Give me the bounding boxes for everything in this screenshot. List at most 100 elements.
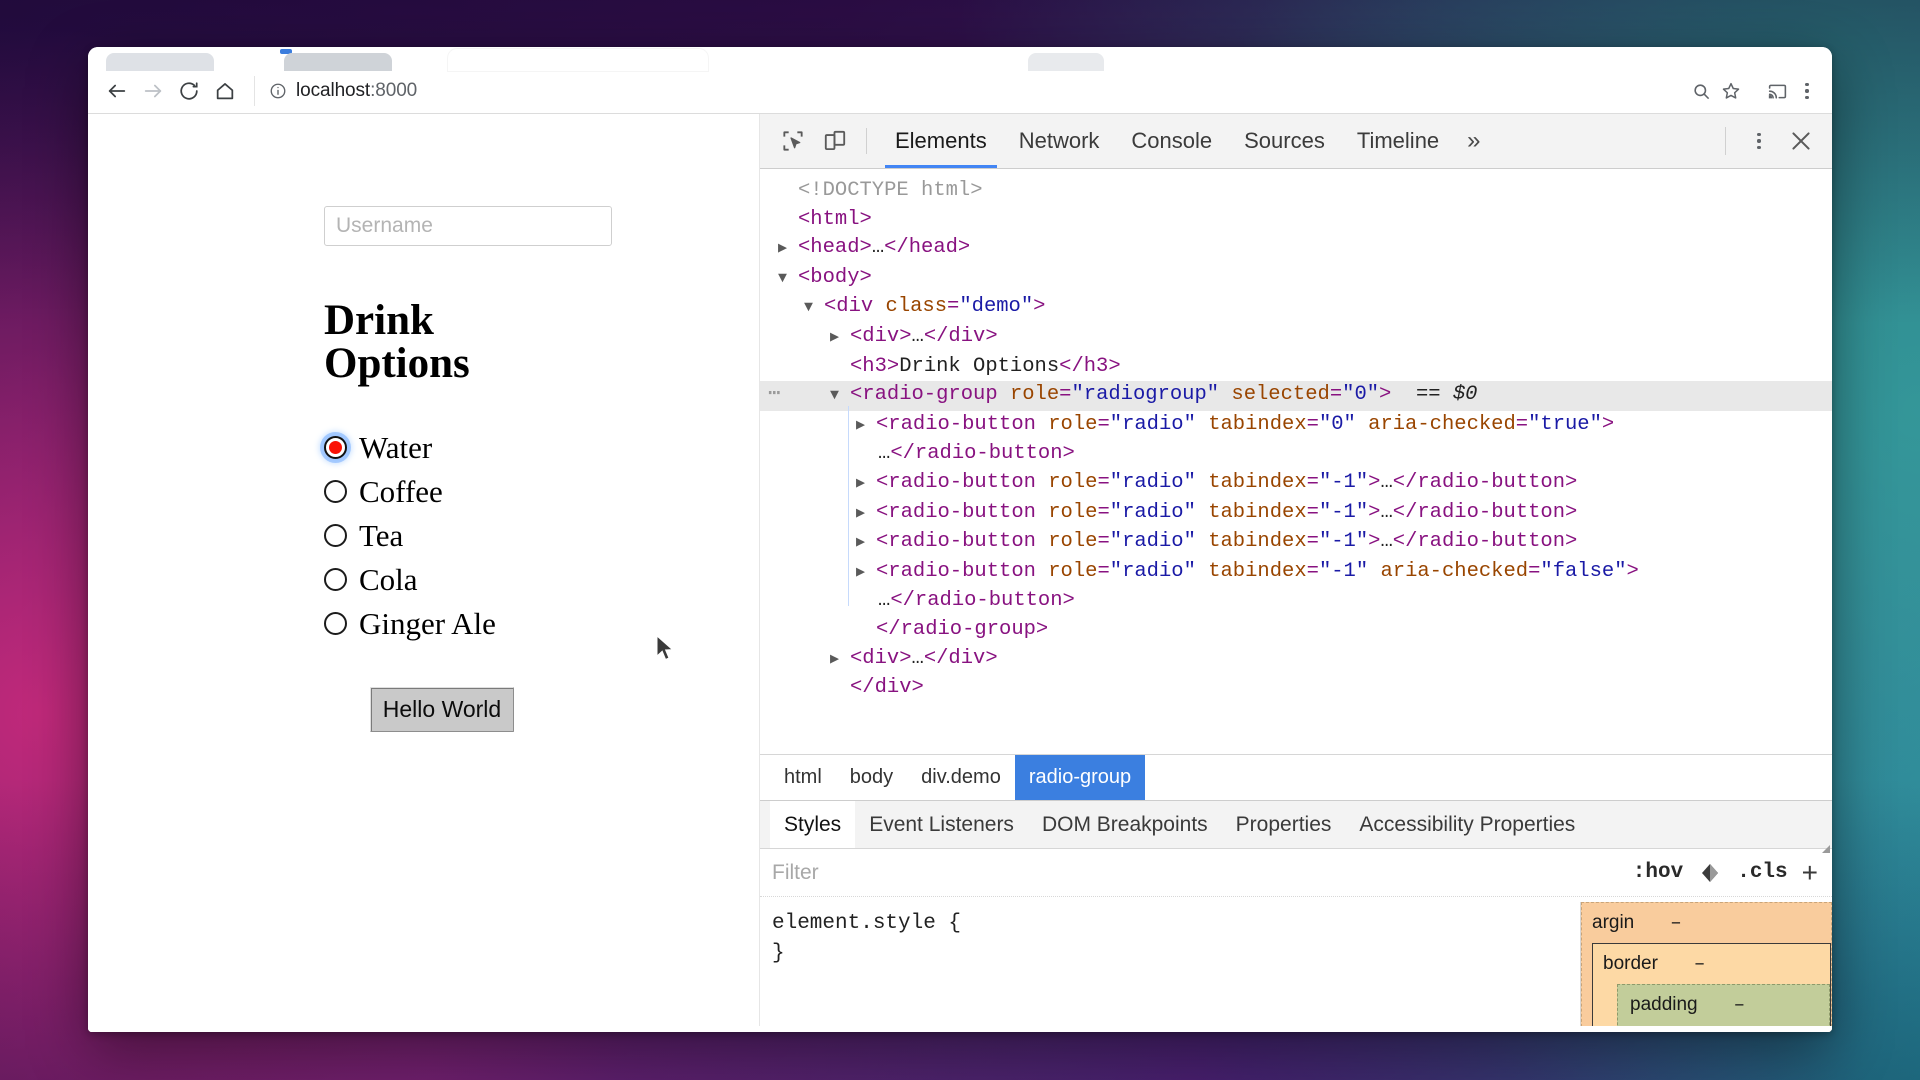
cast-icon[interactable] [1767, 81, 1788, 102]
tab-dom-breakpoints[interactable]: DOM Breakpoints [1028, 801, 1222, 848]
box-model-margin[interactable]: argin – border – padding – [1581, 902, 1832, 1032]
twisty-open-icon[interactable]: ▼ [804, 294, 824, 323]
twisty-closed-icon[interactable]: ▶ [830, 324, 850, 353]
radio-option-ginger-ale[interactable]: Ginger Ale [324, 601, 759, 645]
box-model-border[interactable]: border – padding – [1592, 943, 1831, 1031]
tab-elements[interactable]: Elements [879, 114, 1003, 168]
dom-token-tag [1368, 560, 1380, 583]
close-devtools-icon[interactable] [1782, 122, 1820, 160]
forward-arrow-icon[interactable] [136, 74, 170, 108]
tab-styles[interactable]: Styles [770, 801, 856, 848]
breadcrumb-item-radio-group[interactable]: radio-group [1014, 755, 1146, 800]
device-toolbar-icon[interactable] [816, 122, 854, 160]
dom-token-tag: = [1306, 559, 1319, 583]
dom-node-row[interactable]: ▼ <body> [760, 264, 1832, 294]
box-model-padding-value[interactable]: – [1734, 990, 1745, 1020]
twisty-open-icon[interactable]: ▼ [830, 382, 850, 411]
twisty-closed-icon[interactable]: ▶ [856, 470, 876, 499]
dom-node-row[interactable]: ▶ <radio-button role="radio" tabindex="-1… [760, 469, 1832, 499]
new-style-rule-button[interactable]: + [1802, 858, 1818, 887]
site-info-icon[interactable] [269, 82, 287, 100]
box-model-margin-value[interactable]: – [1670, 908, 1681, 938]
bookmark-star-icon[interactable] [1721, 81, 1741, 101]
dom-node-row[interactable]: ▶ <radio-button role="radio" tabindex="0"… [760, 411, 1832, 441]
dom-node-row[interactable]: <html> [760, 206, 1832, 235]
twisty-closed-icon[interactable]: ▶ [856, 529, 876, 558]
dom-node-row[interactable]: ▶ <div>…</div> [760, 645, 1832, 675]
tab-accessibility-properties[interactable]: Accessibility Properties [1345, 801, 1589, 848]
dom-node-row[interactable]: ▼ <div class="demo"> [760, 293, 1832, 323]
tab-properties[interactable]: Properties [1222, 801, 1346, 848]
twisty-closed-icon[interactable]: ▶ [856, 500, 876, 529]
browser-tab[interactable] [1028, 53, 1104, 71]
twisty-closed-icon[interactable]: ▶ [778, 235, 798, 264]
dom-node-row[interactable]: …</radio-button> [760, 440, 1832, 469]
radio-option-water[interactable]: Water [324, 425, 759, 469]
breadcrumb-item-body[interactable]: body [836, 755, 907, 800]
dom-node-row[interactable]: …</radio-button> [760, 587, 1832, 616]
devtools-menu-icon[interactable] [1740, 122, 1778, 160]
devtools-toolbar: Elements Network Console Sources Timelin… [760, 114, 1832, 169]
twisty-closed-icon[interactable]: ▶ [856, 412, 876, 441]
dom-token-tag: = [1306, 500, 1319, 524]
dom-token-txt: Drink Options [899, 354, 1060, 378]
dom-node-badge[interactable]: ⋯ [768, 381, 781, 410]
dom-tree[interactable]: <!DOCTYPE html> <html> ▶ <head>…</head> ▼ <bo… [760, 169, 1832, 754]
radio-option-coffee[interactable]: Coffee [324, 469, 759, 513]
dom-node-row[interactable]: ⋯ ▼ <radio-group role="radiogroup" selecte… [760, 381, 1832, 411]
dom-token-tag: = [1097, 500, 1110, 524]
box-model-border-label: border [1603, 953, 1658, 974]
dom-node-row[interactable]: </div> [760, 674, 1832, 703]
dom-node-row[interactable]: ▶ <radio-button role="radio" tabindex="-1… [760, 558, 1832, 588]
devtools-panel: Elements Network Console Sources Timelin… [760, 114, 1832, 1032]
twisty-closed-icon[interactable]: ▶ [856, 559, 876, 588]
radio-option-tea[interactable]: Tea [324, 513, 759, 557]
address-bar[interactable]: localhost:8000 [254, 76, 1678, 106]
resize-handle[interactable] [1822, 845, 1830, 853]
breadcrumb-item-html[interactable]: html [770, 755, 836, 800]
tab-console[interactable]: Console [1115, 114, 1228, 168]
browser-tab-active[interactable] [448, 49, 708, 71]
back-arrow-icon[interactable] [100, 74, 134, 108]
home-icon[interactable] [208, 74, 242, 108]
dom-token-attr: role [1048, 530, 1098, 554]
box-model-padding[interactable]: padding – [1617, 984, 1830, 1030]
box-model-border-value[interactable]: – [1694, 949, 1705, 979]
tab-timeline[interactable]: Timeline [1341, 114, 1455, 168]
browser-tab-strip[interactable] [88, 47, 1832, 71]
inspect-element-icon[interactable] [774, 122, 812, 160]
dom-node-row[interactable]: </radio-group> [760, 616, 1832, 645]
dom-token-txt: … [1380, 500, 1393, 524]
dom-token-val: "demo" [959, 295, 1034, 319]
tab-sources[interactable]: Sources [1228, 114, 1341, 168]
more-tabs-button[interactable]: » [1455, 127, 1492, 155]
twisty-open-icon[interactable]: ▼ [778, 265, 798, 294]
dom-token-tag: > [1379, 383, 1392, 407]
dom-token-txt: … [878, 442, 891, 466]
browser-menu-icon[interactable] [1798, 80, 1816, 102]
tab-event-listeners[interactable]: Event Listeners [855, 801, 1028, 848]
dom-node-row[interactable]: <!DOCTYPE html> [760, 177, 1832, 206]
reload-icon[interactable] [172, 74, 206, 108]
dom-token-tag [1196, 413, 1208, 436]
dom-token-tag: <body> [798, 265, 872, 289]
color-scheme-icon[interactable] [1697, 861, 1723, 885]
radio-option-cola[interactable]: Cola [324, 557, 759, 601]
dom-node-row[interactable]: ▶ <radio-button role="radio" tabindex="-1… [760, 499, 1832, 529]
dom-node-row[interactable]: ▶ <head>…</head> [760, 234, 1832, 264]
breadcrumb-item-div-demo[interactable]: div.demo [907, 755, 1015, 800]
zoom-icon[interactable] [1692, 82, 1711, 101]
hello-world-button[interactable]: Hello World [370, 687, 514, 732]
twisty-closed-icon[interactable]: ▶ [830, 646, 850, 675]
tab-network[interactable]: Network [1003, 114, 1116, 168]
dom-token-txt: … [1380, 470, 1393, 494]
filter-input[interactable]: Filter [772, 861, 1619, 885]
dom-node-row[interactable]: ▶ <radio-button role="radio" tabindex="-1… [760, 528, 1832, 558]
hov-button[interactable]: :hov [1633, 861, 1683, 884]
cls-button[interactable]: .cls [1737, 861, 1787, 884]
username-input[interactable] [324, 206, 612, 246]
dom-node-row[interactable]: <h3>Drink Options</h3> [760, 353, 1832, 382]
browser-tab[interactable] [284, 53, 392, 71]
dom-node-row[interactable]: ▶ <div>…</div> [760, 323, 1832, 353]
browser-tab[interactable] [106, 53, 214, 71]
